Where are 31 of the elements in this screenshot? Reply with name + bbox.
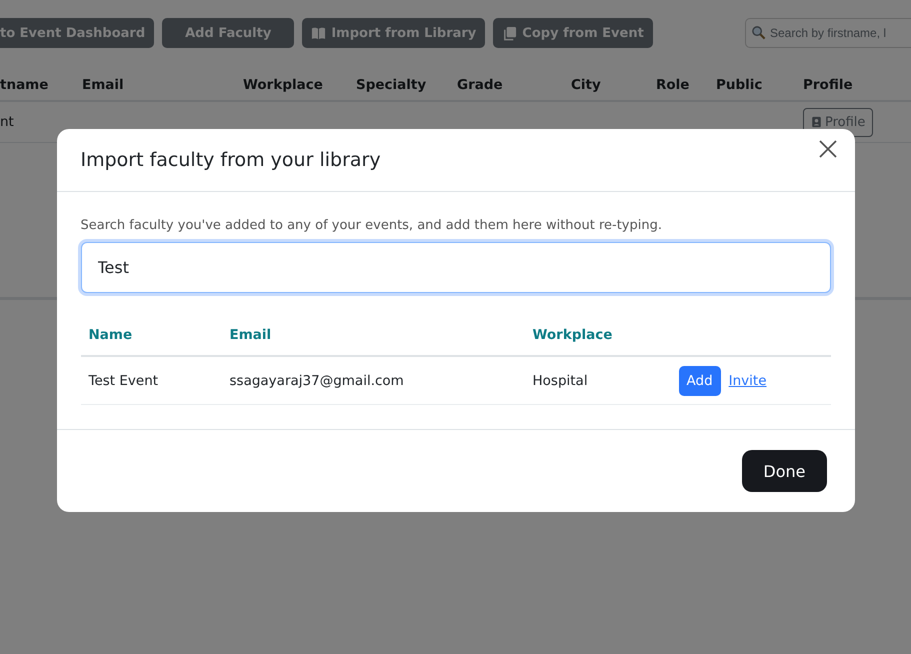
done-button[interactable]: Done (742, 450, 826, 492)
toolbar-button[interactable]: Copy from Event (493, 18, 653, 48)
column-header: City (571, 77, 602, 93)
dialog-description: Search faculty you've added to any of your events, and add them here without re-typing. (80, 218, 663, 233)
table-cell-text: ssagayaraj37@gmail.com (230, 372, 405, 388)
column-header: Email (230, 327, 272, 343)
toolbar-button[interactable]: to Event Dashboard (0, 18, 154, 48)
column-header: Grade (457, 77, 504, 93)
toolbar-button[interactable]: Import from Library (302, 18, 486, 48)
close-icon (818, 140, 836, 158)
dialog-title: Import faculty from your library (80, 149, 381, 171)
id-card-icon (811, 116, 822, 128)
toolbar-button[interactable]: Add Faculty (162, 18, 294, 48)
search-field[interactable]: Search by firstname, l (745, 18, 911, 48)
column-header: Workplace (243, 77, 324, 93)
book-icon (311, 26, 326, 40)
copy-icon (502, 26, 518, 40)
column-header: Email (82, 77, 125, 93)
table-cell-text: Test Event (88, 372, 160, 388)
column-header: tname (0, 77, 50, 93)
table-cell-text: Hospital (532, 372, 589, 388)
column-header: Workplace (532, 327, 614, 343)
invite-link[interactable]: Invite (728, 372, 767, 388)
search-field[interactable]: Test (80, 242, 830, 293)
column-header: Profile (803, 77, 854, 93)
column-header: Specialty (356, 77, 428, 93)
add-button[interactable]: Add (678, 366, 721, 396)
column-header: Role (656, 77, 690, 93)
column-header: Public (716, 77, 764, 93)
table-cell-text: nt (0, 114, 15, 130)
column-header: Name (88, 327, 134, 343)
